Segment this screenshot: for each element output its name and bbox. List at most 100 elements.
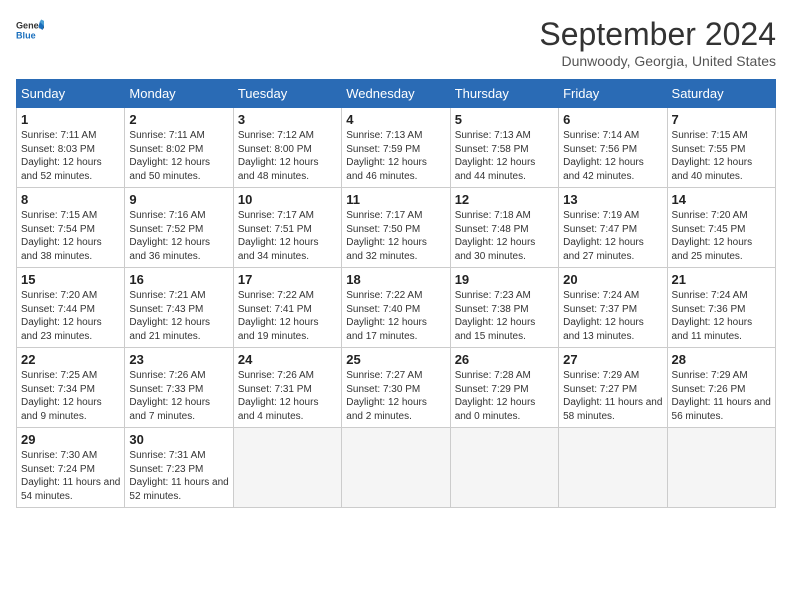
day-info: Sunrise: 7:28 AMSunset: 7:29 PMDaylight:… <box>455 369 554 423</box>
table-row: 26 Sunrise: 7:28 AMSunset: 7:29 PMDaylig… <box>450 348 558 428</box>
day-info: Sunrise: 7:17 AMSunset: 7:50 PMDaylight:… <box>346 209 445 263</box>
col-thursday: Thursday <box>450 80 558 108</box>
day-info: Sunrise: 7:16 AMSunset: 7:52 PMDaylight:… <box>129 209 228 263</box>
day-number: 18 <box>346 272 445 287</box>
col-sunday: Sunday <box>17 80 125 108</box>
table-row: 17 Sunrise: 7:22 AMSunset: 7:41 PMDaylig… <box>233 268 341 348</box>
table-row: 18 Sunrise: 7:22 AMSunset: 7:40 PMDaylig… <box>342 268 450 348</box>
day-number: 3 <box>238 112 337 127</box>
logo-icon: General Blue <box>16 16 44 44</box>
day-info: Sunrise: 7:30 AMSunset: 7:24 PMDaylight:… <box>21 449 120 503</box>
table-row: 29 Sunrise: 7:30 AMSunset: 7:24 PMDaylig… <box>17 428 125 508</box>
day-info: Sunrise: 7:20 AMSunset: 7:44 PMDaylight:… <box>21 289 120 343</box>
col-wednesday: Wednesday <box>342 80 450 108</box>
day-number: 6 <box>563 112 662 127</box>
day-number: 7 <box>672 112 771 127</box>
table-row <box>559 428 667 508</box>
table-row: 12 Sunrise: 7:18 AMSunset: 7:48 PMDaylig… <box>450 188 558 268</box>
month-title: September 2024 <box>539 16 776 53</box>
day-info: Sunrise: 7:31 AMSunset: 7:23 PMDaylight:… <box>129 449 228 503</box>
day-number: 9 <box>129 192 228 207</box>
day-number: 26 <box>455 352 554 367</box>
day-number: 10 <box>238 192 337 207</box>
location-subtitle: Dunwoody, Georgia, United States <box>539 53 776 69</box>
day-info: Sunrise: 7:12 AMSunset: 8:00 PMDaylight:… <box>238 129 337 183</box>
table-row <box>667 428 775 508</box>
table-row: 16 Sunrise: 7:21 AMSunset: 7:43 PMDaylig… <box>125 268 233 348</box>
day-info: Sunrise: 7:29 AMSunset: 7:27 PMDaylight:… <box>563 369 662 423</box>
day-number: 25 <box>346 352 445 367</box>
day-number: 23 <box>129 352 228 367</box>
day-info: Sunrise: 7:24 AMSunset: 7:37 PMDaylight:… <box>563 289 662 343</box>
day-number: 15 <box>21 272 120 287</box>
day-info: Sunrise: 7:14 AMSunset: 7:56 PMDaylight:… <box>563 129 662 183</box>
day-number: 2 <box>129 112 228 127</box>
table-row: 13 Sunrise: 7:19 AMSunset: 7:47 PMDaylig… <box>559 188 667 268</box>
day-info: Sunrise: 7:11 AMSunset: 8:02 PMDaylight:… <box>129 129 228 183</box>
title-section: September 2024 Dunwoody, Georgia, United… <box>539 16 776 69</box>
day-number: 30 <box>129 432 228 447</box>
day-info: Sunrise: 7:13 AMSunset: 7:59 PMDaylight:… <box>346 129 445 183</box>
table-row: 11 Sunrise: 7:17 AMSunset: 7:50 PMDaylig… <box>342 188 450 268</box>
col-friday: Friday <box>559 80 667 108</box>
table-row: 22 Sunrise: 7:25 AMSunset: 7:34 PMDaylig… <box>17 348 125 428</box>
calendar-week-1: 1 Sunrise: 7:11 AMSunset: 8:03 PMDayligh… <box>17 108 776 188</box>
day-info: Sunrise: 7:25 AMSunset: 7:34 PMDaylight:… <box>21 369 120 423</box>
table-row: 10 Sunrise: 7:17 AMSunset: 7:51 PMDaylig… <box>233 188 341 268</box>
calendar-week-4: 22 Sunrise: 7:25 AMSunset: 7:34 PMDaylig… <box>17 348 776 428</box>
table-row: 6 Sunrise: 7:14 AMSunset: 7:56 PMDayligh… <box>559 108 667 188</box>
svg-text:Blue: Blue <box>16 30 36 40</box>
day-number: 24 <box>238 352 337 367</box>
table-row: 2 Sunrise: 7:11 AMSunset: 8:02 PMDayligh… <box>125 108 233 188</box>
table-row <box>233 428 341 508</box>
day-info: Sunrise: 7:19 AMSunset: 7:47 PMDaylight:… <box>563 209 662 263</box>
day-number: 28 <box>672 352 771 367</box>
day-info: Sunrise: 7:29 AMSunset: 7:26 PMDaylight:… <box>672 369 771 423</box>
col-tuesday: Tuesday <box>233 80 341 108</box>
table-row <box>342 428 450 508</box>
day-number: 12 <box>455 192 554 207</box>
day-info: Sunrise: 7:22 AMSunset: 7:40 PMDaylight:… <box>346 289 445 343</box>
table-row: 8 Sunrise: 7:15 AMSunset: 7:54 PMDayligh… <box>17 188 125 268</box>
day-number: 1 <box>21 112 120 127</box>
table-row: 7 Sunrise: 7:15 AMSunset: 7:55 PMDayligh… <box>667 108 775 188</box>
table-row: 1 Sunrise: 7:11 AMSunset: 8:03 PMDayligh… <box>17 108 125 188</box>
table-row: 24 Sunrise: 7:26 AMSunset: 7:31 PMDaylig… <box>233 348 341 428</box>
day-number: 29 <box>21 432 120 447</box>
calendar-week-5: 29 Sunrise: 7:30 AMSunset: 7:24 PMDaylig… <box>17 428 776 508</box>
table-row: 3 Sunrise: 7:12 AMSunset: 8:00 PMDayligh… <box>233 108 341 188</box>
day-number: 16 <box>129 272 228 287</box>
page-header: General Blue September 2024 Dunwoody, Ge… <box>16 16 776 69</box>
table-row: 20 Sunrise: 7:24 AMSunset: 7:37 PMDaylig… <box>559 268 667 348</box>
day-info: Sunrise: 7:17 AMSunset: 7:51 PMDaylight:… <box>238 209 337 263</box>
day-number: 20 <box>563 272 662 287</box>
table-row <box>450 428 558 508</box>
day-info: Sunrise: 7:24 AMSunset: 7:36 PMDaylight:… <box>672 289 771 343</box>
day-info: Sunrise: 7:26 AMSunset: 7:33 PMDaylight:… <box>129 369 228 423</box>
day-number: 19 <box>455 272 554 287</box>
day-number: 5 <box>455 112 554 127</box>
table-row: 9 Sunrise: 7:16 AMSunset: 7:52 PMDayligh… <box>125 188 233 268</box>
table-row: 21 Sunrise: 7:24 AMSunset: 7:36 PMDaylig… <box>667 268 775 348</box>
col-saturday: Saturday <box>667 80 775 108</box>
calendar-table: Sunday Monday Tuesday Wednesday Thursday… <box>16 79 776 508</box>
calendar-week-3: 15 Sunrise: 7:20 AMSunset: 7:44 PMDaylig… <box>17 268 776 348</box>
day-info: Sunrise: 7:11 AMSunset: 8:03 PMDaylight:… <box>21 129 120 183</box>
day-number: 14 <box>672 192 771 207</box>
day-info: Sunrise: 7:13 AMSunset: 7:58 PMDaylight:… <box>455 129 554 183</box>
day-number: 13 <box>563 192 662 207</box>
table-row: 5 Sunrise: 7:13 AMSunset: 7:58 PMDayligh… <box>450 108 558 188</box>
day-info: Sunrise: 7:21 AMSunset: 7:43 PMDaylight:… <box>129 289 228 343</box>
logo: General Blue <box>16 16 44 44</box>
table-row: 19 Sunrise: 7:23 AMSunset: 7:38 PMDaylig… <box>450 268 558 348</box>
day-info: Sunrise: 7:18 AMSunset: 7:48 PMDaylight:… <box>455 209 554 263</box>
day-info: Sunrise: 7:20 AMSunset: 7:45 PMDaylight:… <box>672 209 771 263</box>
calendar-week-2: 8 Sunrise: 7:15 AMSunset: 7:54 PMDayligh… <box>17 188 776 268</box>
day-info: Sunrise: 7:22 AMSunset: 7:41 PMDaylight:… <box>238 289 337 343</box>
day-number: 17 <box>238 272 337 287</box>
table-row: 15 Sunrise: 7:20 AMSunset: 7:44 PMDaylig… <box>17 268 125 348</box>
day-number: 4 <box>346 112 445 127</box>
table-row: 28 Sunrise: 7:29 AMSunset: 7:26 PMDaylig… <box>667 348 775 428</box>
day-info: Sunrise: 7:26 AMSunset: 7:31 PMDaylight:… <box>238 369 337 423</box>
day-info: Sunrise: 7:23 AMSunset: 7:38 PMDaylight:… <box>455 289 554 343</box>
